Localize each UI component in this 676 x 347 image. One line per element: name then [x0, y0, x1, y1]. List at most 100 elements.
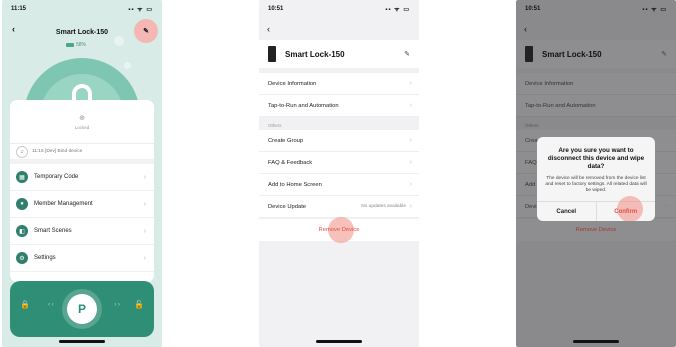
list-item-add-home-screen[interactable]: Add to Home Screen ›: [259, 174, 419, 196]
device-name: Smart Lock-150: [285, 49, 345, 59]
list-item-create-group[interactable]: Create Group ›: [259, 130, 419, 152]
update-status: ile: [664, 204, 669, 209]
back-icon[interactable]: ‹: [267, 24, 270, 34]
device-header: Smart Lock-150 ✎: [516, 40, 676, 68]
lock-card: ⊕ Locked ♫ 11:15 [Dev] Bind device ▦ Tem…: [10, 100, 154, 282]
list-item-label: Device Update: [268, 203, 307, 210]
menu-item-label: Member Management: [34, 201, 93, 207]
lock-state-area: ⊕ Locked: [10, 100, 154, 144]
list-item-device-information[interactable]: Device Information ›: [259, 73, 419, 95]
list-item-label: Add: [525, 181, 536, 188]
remove-section: Remove Device: [516, 219, 676, 241]
edit-icon: ✎: [661, 51, 667, 58]
status-bar: 10:51 ▪▪ ᯤ ▭: [516, 0, 676, 18]
dialog-message: The device will be removed from the devi…: [545, 175, 647, 194]
page-title: Smart Lock-150: [55, 28, 109, 36]
update-status: No updates available: [361, 204, 406, 209]
back-icon[interactable]: ‹: [12, 24, 15, 34]
confirm-button[interactable]: Confirm: [597, 196, 656, 221]
home-indicator: [316, 340, 362, 343]
page-header: ‹ Smart Lock-150 ✎: [2, 19, 162, 43]
scenes-icon: ◧: [16, 225, 28, 237]
settings-list-top: Device Information › Tap-to-Run and Auto…: [259, 73, 419, 218]
bell-icon: ♫: [16, 145, 28, 158]
chevron-right-icon: ›: [409, 137, 412, 144]
section-header-others: Others: [525, 123, 539, 128]
chevron-right-icon: ›: [143, 200, 146, 208]
decor-bubble: [114, 36, 124, 46]
list-item-tap-to-run[interactable]: Tap-to-Run and Automation ›: [259, 95, 419, 117]
list-item-label: Create Group: [268, 137, 304, 144]
edit-icon[interactable]: ✎: [134, 19, 158, 43]
screenshot-stage: 11:15 ▪▪ ᯤ ▭ ‹ Smart Lock-150 ✎ 58% ⊕ Lo…: [0, 0, 676, 347]
battery-level: 58%: [76, 42, 87, 48]
menu-item-smart-scenes[interactable]: ◧ Smart Scenes ›: [10, 218, 154, 245]
confirm-dialog: Are you sure you want to disconnect this…: [537, 137, 655, 221]
list-item-label: Crea: [525, 137, 538, 144]
dialog-title: Are you sure you want to disconnect this…: [547, 147, 645, 171]
menu-item-settings[interactable]: ⚙ Settings ›: [10, 245, 154, 272]
menu-item-label: Smart Scenes: [34, 228, 72, 234]
list-item-label: Device Information: [268, 80, 317, 87]
list-item-label: Add to Home Screen: [268, 181, 322, 188]
device-settings-screen: 10:51 ▪▪ ᯤ ▭ ‹ Smart Lock-150 ✎ Device I…: [259, 0, 419, 347]
battery-icon: [66, 43, 74, 47]
home-indicator: [573, 340, 619, 343]
lock-icon: 🔒: [20, 300, 30, 309]
device-name: Smart Lock-150: [542, 49, 602, 59]
arrows-left-icon: ‹ ‹: [48, 302, 54, 308]
event-log[interactable]: ♫ 11:15 [Dev] Bind device: [10, 144, 154, 164]
lock-device-icon: [268, 46, 276, 62]
remove-device-button: Remove Device: [516, 219, 676, 241]
menu-item-temporary-code[interactable]: ▦ Temporary Code ›: [10, 164, 154, 191]
battery-indicator: 58%: [66, 42, 86, 48]
decor-bubble: [124, 62, 131, 69]
menu-item-member-management[interactable]: ● Member Management ›: [10, 191, 154, 218]
remove-device-button[interactable]: Remove Device: [259, 217, 419, 243]
status-icons: ▪▪ ᯤ ▭: [385, 7, 410, 13]
back-icon: ‹: [524, 24, 527, 34]
status-time: 11:15: [11, 6, 27, 12]
list-item-tap-to-run: Tap-to-Run and Automation: [516, 95, 676, 117]
list-item-faq-feedback[interactable]: FAQ & Feedback ›: [259, 152, 419, 174]
list-item-label: Tap-to-Run and Automation: [268, 102, 339, 109]
chevron-right-icon: ›: [409, 203, 412, 210]
menu-item-label: Temporary Code: [34, 174, 79, 180]
dialog-buttons: Cancel Confirm: [537, 196, 656, 221]
menu-item-label: Settings: [34, 255, 56, 261]
cancel-button[interactable]: Cancel: [537, 202, 597, 221]
unlock-icon: 🔓: [134, 300, 144, 309]
user-icon: ●: [16, 198, 28, 210]
remove-confirm-screen: 10:51 ▪▪ ᯤ ▭ ‹ Smart Lock-150 ✎ Device I…: [516, 0, 676, 347]
confirm-label: Confirm: [614, 208, 638, 215]
home-indicator: [59, 340, 105, 343]
list-item-label: Device Information: [525, 80, 574, 87]
locked-icon: ⊕: [79, 114, 85, 122]
edit-icon[interactable]: ✎: [404, 50, 410, 58]
list-item-label: Tap-to-Run and Automation: [525, 102, 596, 109]
status-bar: 11:15 ▪▪ ᯤ ▭: [2, 0, 162, 18]
device-header[interactable]: Smart Lock-150 ✎: [259, 40, 419, 68]
list-item-label: FAQ: [525, 159, 537, 166]
status-bar: 10:51 ▪▪ ᯤ ▭: [259, 0, 419, 18]
unlock-slider[interactable]: 🔒 ‹ ‹ P › › 🔓: [10, 281, 154, 337]
status-icons: ▪▪ ᯤ ▭: [642, 7, 667, 13]
lock-home-screen: 11:15 ▪▪ ᯤ ▭ ‹ Smart Lock-150 ✎ 58% ⊕ Lo…: [2, 0, 162, 347]
chevron-right-icon: ›: [143, 227, 146, 235]
keypad-icon: ▦: [16, 171, 28, 183]
list-item-device-information: Device Information: [516, 73, 676, 95]
chevron-right-icon: ›: [409, 102, 412, 109]
remove-section: Remove Device: [259, 217, 419, 243]
status-time: 10:51: [525, 6, 541, 12]
log-text: 11:15 [Dev] Bind device: [32, 149, 83, 154]
list-item-device-update[interactable]: Device Update No updates available ›: [259, 196, 419, 218]
chevron-right-icon: ›: [143, 254, 146, 262]
chevron-right-icon: ›: [143, 173, 146, 181]
lock-device-icon: [525, 46, 533, 62]
slider-handle[interactable]: P: [67, 294, 97, 324]
list-item-label: FAQ & Feedback: [268, 159, 313, 166]
remove-device-label: Remove Device: [575, 227, 617, 233]
chevron-right-icon: ›: [409, 80, 412, 87]
lock-state-label: Locked: [74, 124, 90, 130]
gear-icon: ⚙: [16, 252, 28, 264]
